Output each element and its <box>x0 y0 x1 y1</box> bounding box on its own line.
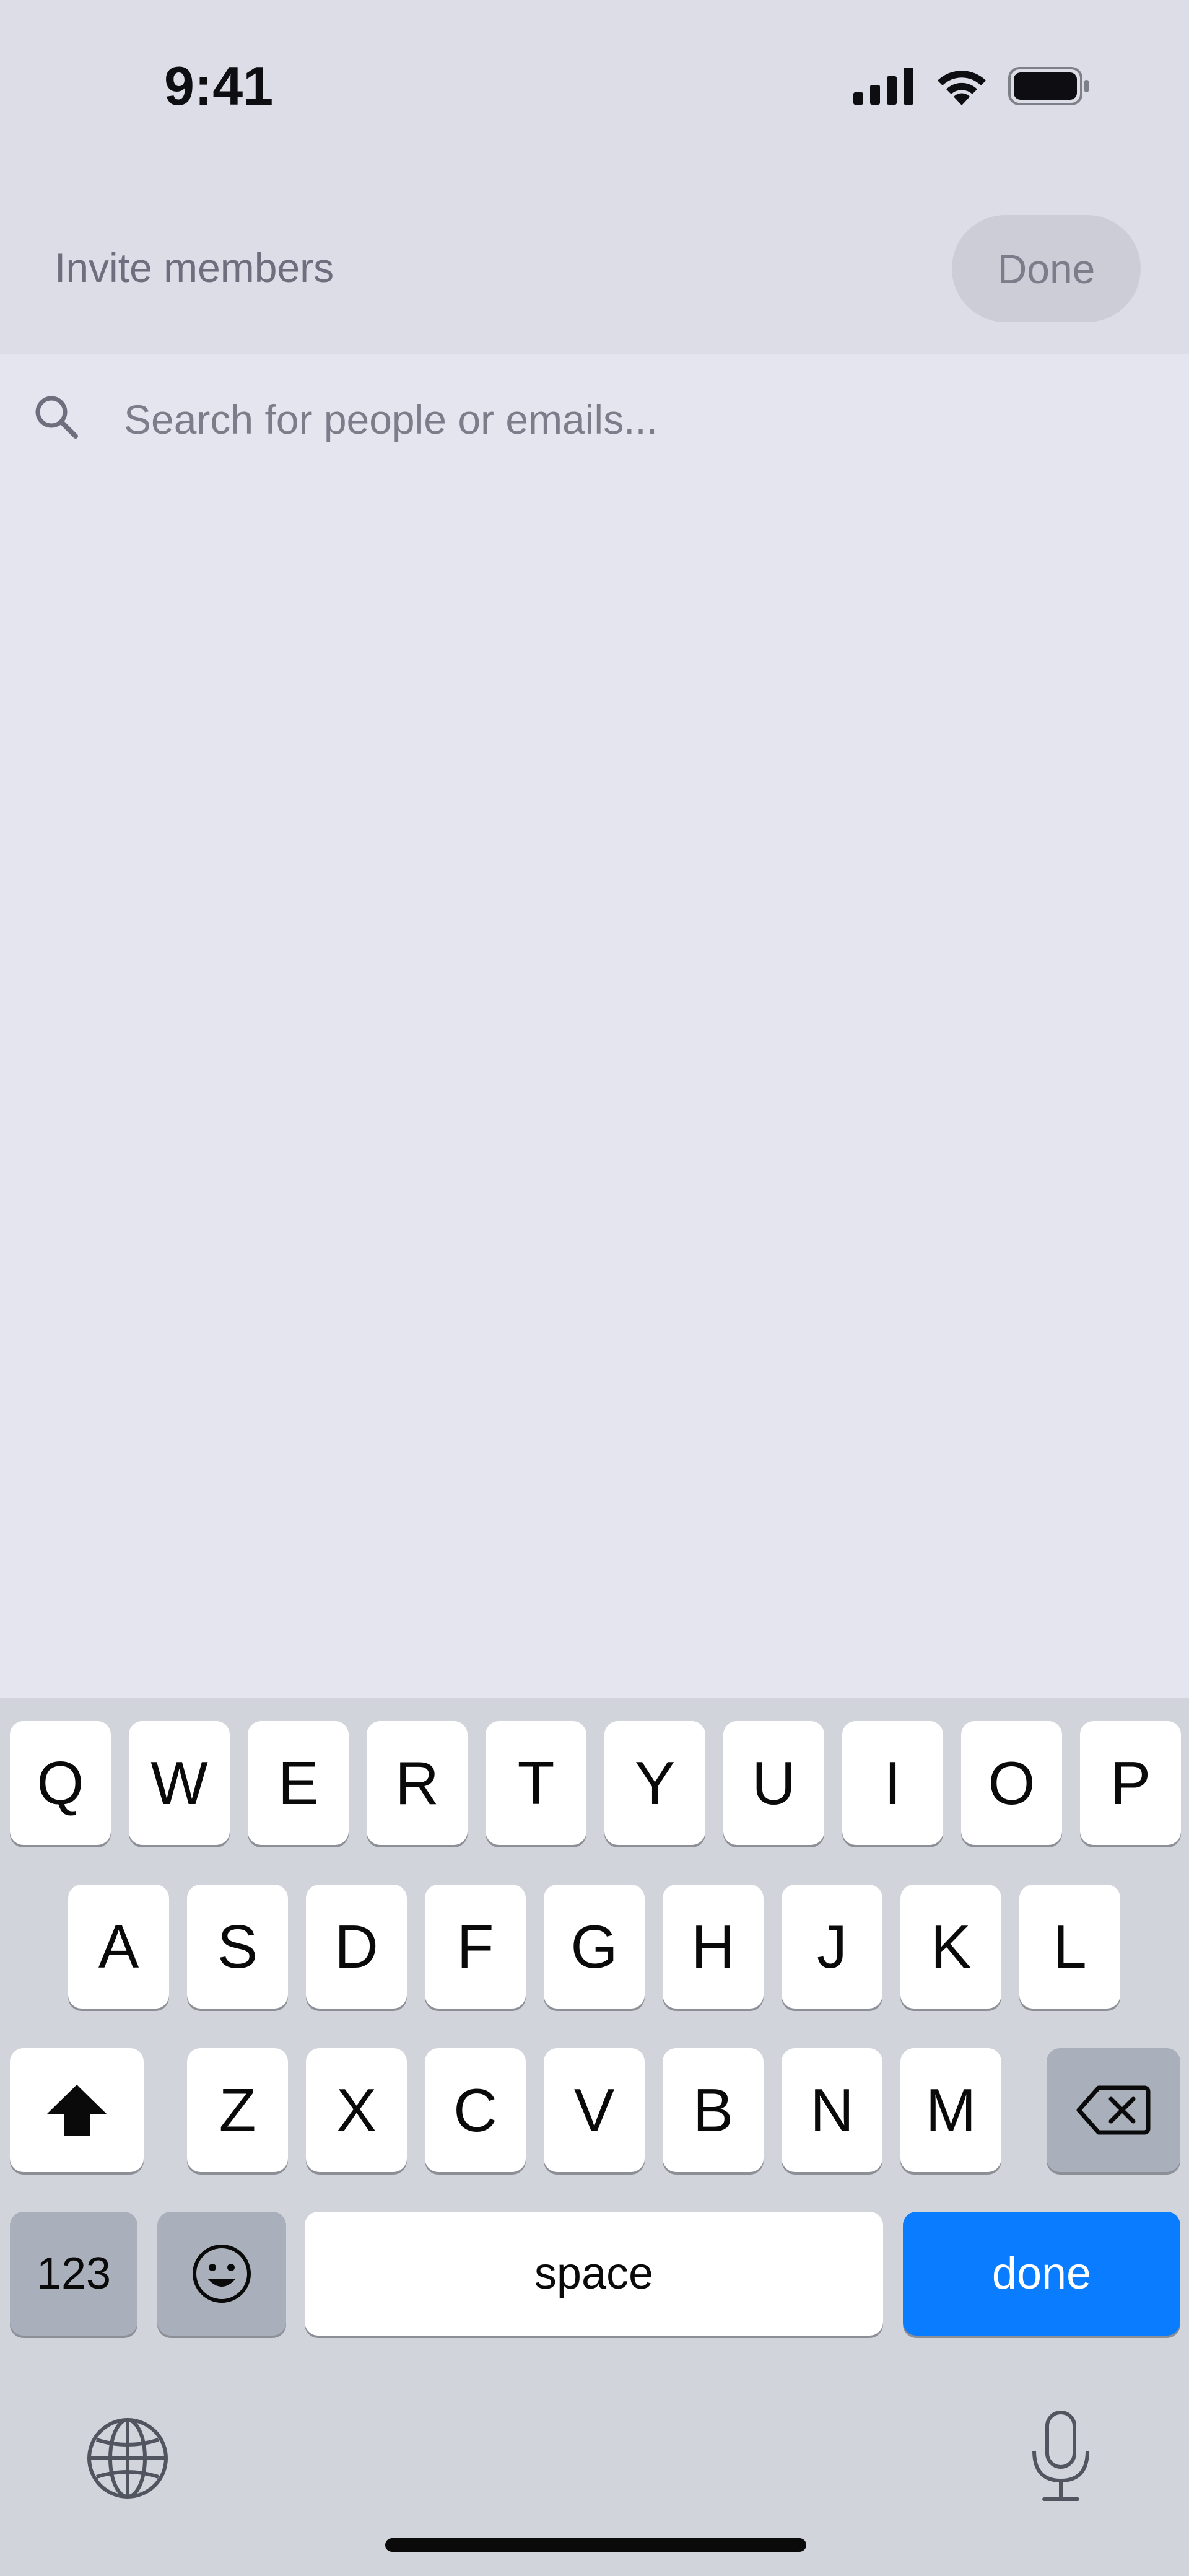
key-c[interactable]: C <box>425 2048 526 2172</box>
space-key[interactable]: space <box>305 2212 883 2336</box>
keyboard: Q W E R T Y U I O P A S D F G H J K L Z … <box>0 1698 1189 2576</box>
key-u[interactable]: U <box>723 1721 824 1845</box>
key-r[interactable]: R <box>367 1721 468 1845</box>
backspace-icon <box>1076 2085 1151 2135</box>
key-p[interactable]: P <box>1080 1721 1181 1845</box>
key-y[interactable]: Y <box>604 1721 705 1845</box>
key-v[interactable]: V <box>544 2048 645 2172</box>
key-f[interactable]: F <box>425 1885 526 2009</box>
cellular-signal-icon <box>853 68 913 105</box>
key-e[interactable]: E <box>248 1721 349 1845</box>
backspace-key[interactable] <box>1047 2048 1180 2172</box>
key-l[interactable]: L <box>1019 1885 1120 2009</box>
status-time: 9:41 <box>164 55 274 116</box>
keyboard-done-key[interactable]: done <box>903 2212 1180 2336</box>
key-i[interactable]: I <box>842 1721 943 1845</box>
shift-key[interactable] <box>10 2048 144 2172</box>
key-h[interactable]: H <box>663 1885 764 2009</box>
key-x[interactable]: X <box>306 2048 407 2172</box>
key-n[interactable]: N <box>782 2048 882 2172</box>
done-button[interactable]: Done <box>952 215 1141 322</box>
key-z[interactable]: Z <box>187 2048 288 2172</box>
key-g[interactable]: G <box>544 1885 645 2009</box>
search-icon <box>35 396 78 439</box>
nav-bar: Invite members Done <box>0 180 1189 354</box>
microphone-icon[interactable] <box>1027 2410 1095 2503</box>
key-m[interactable]: M <box>900 2048 1001 2172</box>
key-b[interactable]: B <box>663 2048 764 2172</box>
key-d[interactable]: D <box>306 1885 407 2009</box>
key-j[interactable]: J <box>782 1885 882 2009</box>
home-indicator <box>385 2538 806 2552</box>
globe-icon[interactable] <box>85 2416 170 2500</box>
key-w[interactable]: W <box>129 1721 230 1845</box>
key-k[interactable]: K <box>900 1885 1001 2009</box>
page-title: Invite members <box>54 245 334 291</box>
emoji-icon <box>193 2245 251 2303</box>
key-o[interactable]: O <box>961 1721 1062 1845</box>
key-t[interactable]: T <box>486 1721 586 1845</box>
wifi-icon <box>938 71 986 105</box>
key-s[interactable]: S <box>187 1885 288 2009</box>
key-a[interactable]: A <box>68 1885 169 2009</box>
emoji-key[interactable] <box>157 2212 286 2336</box>
battery-icon <box>1008 67 1089 105</box>
status-bar: 9:41 <box>0 0 1189 180</box>
key-q[interactable]: Q <box>10 1721 111 1845</box>
search-bar <box>0 354 1189 478</box>
status-icons <box>853 67 1090 105</box>
numbers-key[interactable]: 123 <box>10 2212 137 2336</box>
search-input[interactable] <box>124 385 1115 453</box>
shift-icon <box>46 2085 107 2136</box>
